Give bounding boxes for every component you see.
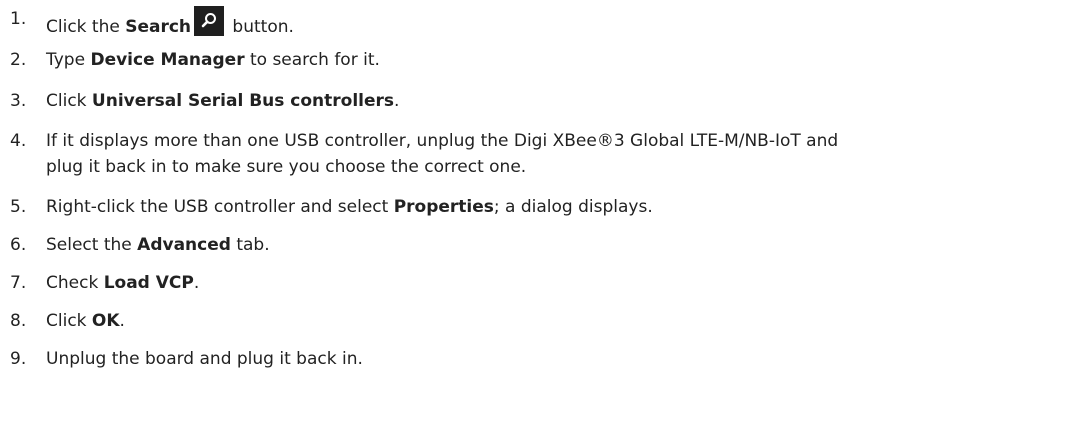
step-text: ; a dialog displays. bbox=[493, 197, 653, 217]
step-bold-text: Load VCP bbox=[103, 273, 194, 293]
step-4: 4. If it displays more than one USB contr… bbox=[10, 128, 1080, 180]
step-number: 7. bbox=[10, 273, 27, 293]
step-bold-text: Advanced bbox=[137, 235, 231, 255]
step-text: Select the bbox=[46, 235, 138, 255]
step-text: Click bbox=[46, 311, 92, 331]
step-number: 3. bbox=[10, 91, 27, 111]
step-text: tab. bbox=[230, 235, 270, 255]
step-bold-text: Universal Serial Bus controllers bbox=[91, 91, 395, 111]
step-1: 1. Click the Search button. bbox=[10, 6, 1080, 40]
step-text: Type bbox=[46, 50, 91, 70]
step-bold-text: Properties bbox=[393, 197, 494, 217]
step-9: 9. Unplug the board and plug it back in. bbox=[10, 346, 1080, 372]
step-6: 6. Select the Advanced tab. bbox=[10, 232, 1080, 258]
step-2: 2. Type Device Manager to search for it. bbox=[10, 47, 1080, 73]
step-text: Click bbox=[46, 91, 92, 111]
step-number: 6. bbox=[10, 235, 27, 255]
step-bold-text: Search bbox=[125, 17, 192, 37]
step-number: 2. bbox=[10, 50, 27, 70]
step-text: . bbox=[193, 273, 200, 293]
step-text: Unplug the board and plug it back in. bbox=[46, 349, 363, 369]
step-number: 5. bbox=[10, 197, 27, 217]
step-8: 8. Click OK. bbox=[10, 308, 1080, 334]
step-text-line-2: plug it back in to make sure you choose … bbox=[46, 157, 527, 177]
step-bold-text: Device Manager bbox=[90, 50, 245, 70]
step-number: 8. bbox=[10, 311, 27, 331]
step-text-line-1: If it displays more than one USB control… bbox=[46, 131, 839, 151]
step-number: 1. bbox=[10, 9, 27, 29]
step-5: 5. Right-click the USB controller and sel… bbox=[10, 194, 1080, 220]
search-icon bbox=[194, 6, 225, 36]
step-3: 3. Click Universal Serial Bus controllers… bbox=[10, 88, 1080, 114]
step-text: Right-click the USB controller and selec… bbox=[46, 197, 394, 217]
step-7: 7. Check Load VCP. bbox=[10, 270, 1080, 296]
step-text: button. bbox=[227, 17, 294, 37]
step-text: . bbox=[394, 91, 400, 111]
step-bold-text: OK bbox=[91, 311, 120, 331]
step-number: 9. bbox=[10, 349, 27, 369]
step-number: 4. bbox=[10, 131, 27, 151]
step-text: Check bbox=[46, 273, 104, 293]
step-text: Click the bbox=[46, 17, 126, 37]
step-text: . bbox=[119, 311, 125, 331]
step-text: to search for it. bbox=[244, 50, 380, 70]
